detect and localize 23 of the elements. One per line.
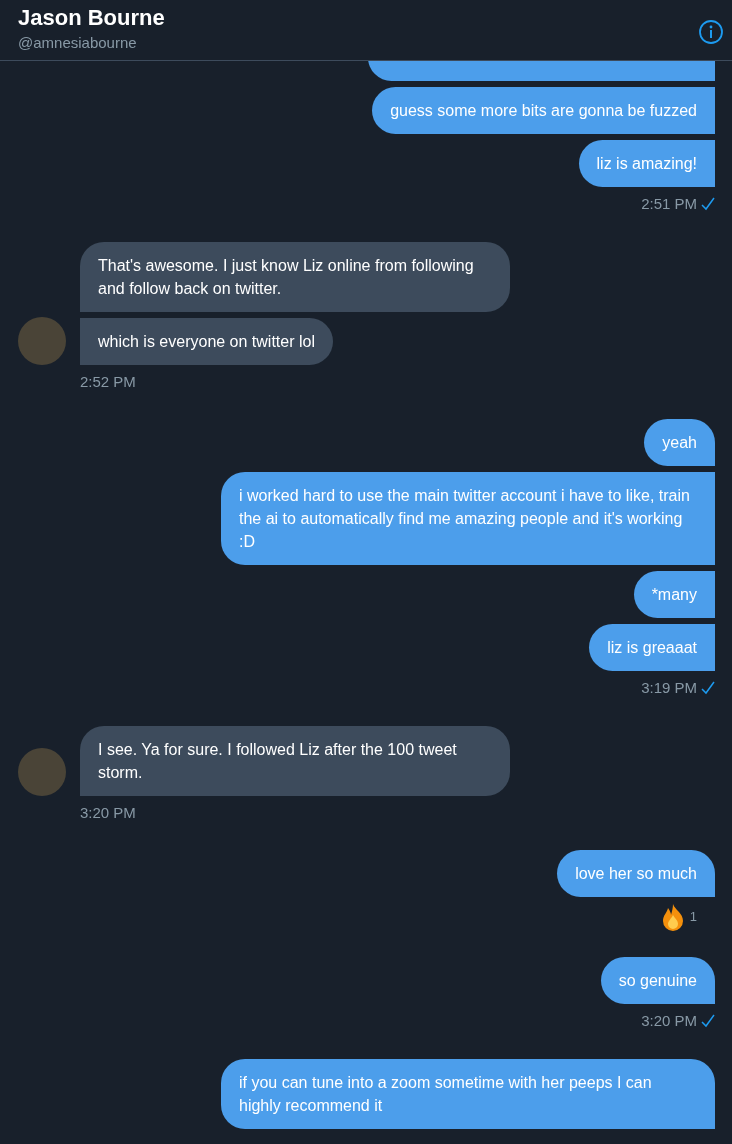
- message-bubble: i worked hard to use the main twitter account i have to like, train the ai to automatically find me amazing people and it's working :D: [221, 472, 715, 565]
- info-button[interactable]: [698, 19, 724, 45]
- avatar[interactable]: [18, 316, 66, 365]
- timestamp: 2:52 PM: [80, 371, 136, 392]
- message-bubble: love her so much: [557, 850, 715, 897]
- message-bubble: which is everyone on twitter lol: [80, 317, 333, 365]
- message-bubble: if you can tune into a zoom sometime with her peeps I can highly recommend it: [221, 1058, 715, 1129]
- message-bubble: yeah: [644, 419, 715, 466]
- timestamp: 3:20 PM: [641, 1011, 697, 1031]
- reaction-count: 1: [689, 908, 697, 927]
- timestamp: 3:20 PM: [80, 802, 136, 823]
- avatar[interactable]: [18, 747, 66, 796]
- message-bubble: I see. Ya for sure. I followed Liz after the 100 tweet storm.: [80, 725, 510, 796]
- message-bubble: liz is amazing!: [578, 140, 715, 187]
- contact-handle: @amnesiabourne: [18, 33, 138, 53]
- message-bubble: liz is greaaat: [589, 624, 715, 671]
- timestamp: 2:51 PM: [641, 194, 697, 214]
- message-bubble: *many: [633, 571, 715, 618]
- message-bubble: so genuine: [600, 957, 715, 1004]
- timestamp: 3:19 PM: [641, 678, 697, 698]
- contact-name: Jason Bourne: [18, 4, 165, 32]
- message-bubble: That's awesome. I just know Liz online from following and follow back on twitter.: [80, 241, 510, 312]
- message-bubble: guess some more bits are gonna be fuzzed: [372, 87, 715, 134]
